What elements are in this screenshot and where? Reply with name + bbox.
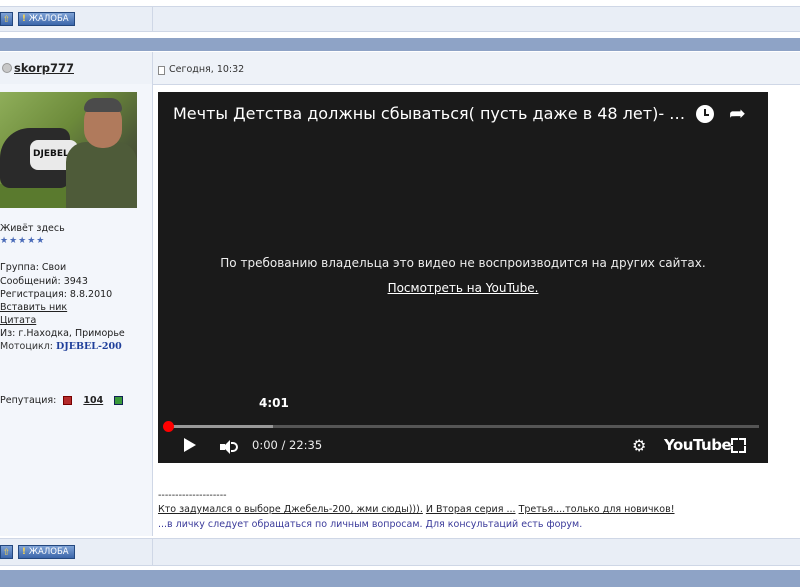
user-messages: Сообщений: 3943: [0, 276, 88, 287]
reputation-plus-icon[interactable]: [114, 396, 124, 405]
signature-links: Кто задумался о выборе Джебель-200, жми …: [158, 504, 675, 515]
user-online-icon: [2, 63, 12, 73]
progress-buffer: [169, 425, 273, 428]
watch-later-icon[interactable]: [696, 105, 714, 123]
user-location: Из: г.Находка, Приморье: [0, 328, 125, 339]
bottom-action-bar: ⇧ ! ЖАЛОБА: [0, 538, 800, 566]
scroll-top-button[interactable]: ⇧: [0, 545, 13, 559]
signature-link-second[interactable]: И Вторая серия ...: [426, 504, 516, 515]
signature-note: ...в личку следует обращаться по личным …: [158, 519, 583, 530]
rank-stars-icon: ★★★★★: [0, 236, 46, 246]
avatar-tank-text: DJEBEL: [33, 149, 69, 159]
youtube-logo[interactable]: YouTube: [664, 436, 732, 454]
video-unavailable-message: По требованию владельца это видео не вос…: [220, 256, 706, 270]
time-display: 0:00 / 22:35: [252, 438, 323, 452]
report-button[interactable]: ! ЖАЛОБА: [18, 12, 75, 26]
user-reputation: Репутация: 104: [0, 395, 127, 406]
post-divider: [0, 570, 800, 587]
quote-link[interactable]: Цитата: [0, 315, 36, 326]
insert-nick-link[interactable]: Вставить ник: [0, 302, 67, 313]
reputation-minus-icon[interactable]: [63, 396, 73, 405]
column-separator: [152, 539, 153, 565]
watch-on-youtube-link[interactable]: Посмотреть на YouTube.: [158, 281, 768, 295]
fullscreen-icon[interactable]: [731, 438, 746, 453]
exclamation-icon: !: [22, 14, 26, 24]
report-label: ЖАЛОБА: [28, 14, 69, 24]
progress-handle[interactable]: [163, 421, 174, 432]
username-link[interactable]: skorp777: [14, 61, 74, 75]
post-divider: [0, 38, 800, 51]
user-info-column: DJEBEL Живёт здесь ★★★★★ Группа: Свои Со…: [0, 84, 153, 536]
user-group: Группа: Свои: [0, 262, 67, 273]
post-header: skorp777 Сегодня, 10:32: [0, 52, 800, 85]
signature-link-choice[interactable]: Кто задумался о выборе Джебель-200, жми …: [158, 504, 423, 515]
post-document-icon: [158, 66, 165, 75]
seek-time-tooltip: 4:01: [259, 396, 289, 410]
exclamation-icon: !: [22, 547, 26, 557]
reputation-value[interactable]: 104: [83, 395, 103, 406]
top-action-bar: ⇧ ! ЖАЛОБА: [0, 6, 800, 32]
user-moto: Мотоцикл: DJEBEL-200: [0, 341, 122, 352]
gear-icon[interactable]: ⚙: [632, 436, 646, 455]
play-icon[interactable]: [184, 438, 196, 452]
scroll-top-button[interactable]: ⇧: [0, 12, 13, 26]
signature-separator: --------------------: [158, 490, 227, 501]
volume-icon[interactable]: [220, 439, 240, 455]
avatar: DJEBEL: [0, 92, 137, 208]
user-status: Живёт здесь: [0, 223, 65, 234]
signature-link-third[interactable]: Третья....только для новичков!: [519, 504, 675, 515]
column-separator: [152, 7, 153, 31]
youtube-embed[interactable]: Мечты Детства должны сбываться( пусть да…: [158, 92, 768, 463]
moto-label: Мотоцикл:: [0, 341, 54, 352]
video-title[interactable]: Мечты Детства должны сбываться( пусть да…: [173, 104, 693, 123]
user-registration: Регистрация: 8.8.2010: [0, 289, 113, 300]
progress-bar[interactable]: [163, 421, 759, 432]
moto-value: DJEBEL-200: [56, 341, 122, 352]
report-button[interactable]: ! ЖАЛОБА: [18, 545, 75, 559]
post-date: Сегодня, 10:32: [169, 64, 245, 75]
column-separator: [152, 52, 153, 84]
share-icon[interactable]: ➦: [729, 101, 746, 125]
report-label: ЖАЛОБА: [28, 547, 69, 557]
reputation-label: Репутация:: [0, 395, 57, 406]
